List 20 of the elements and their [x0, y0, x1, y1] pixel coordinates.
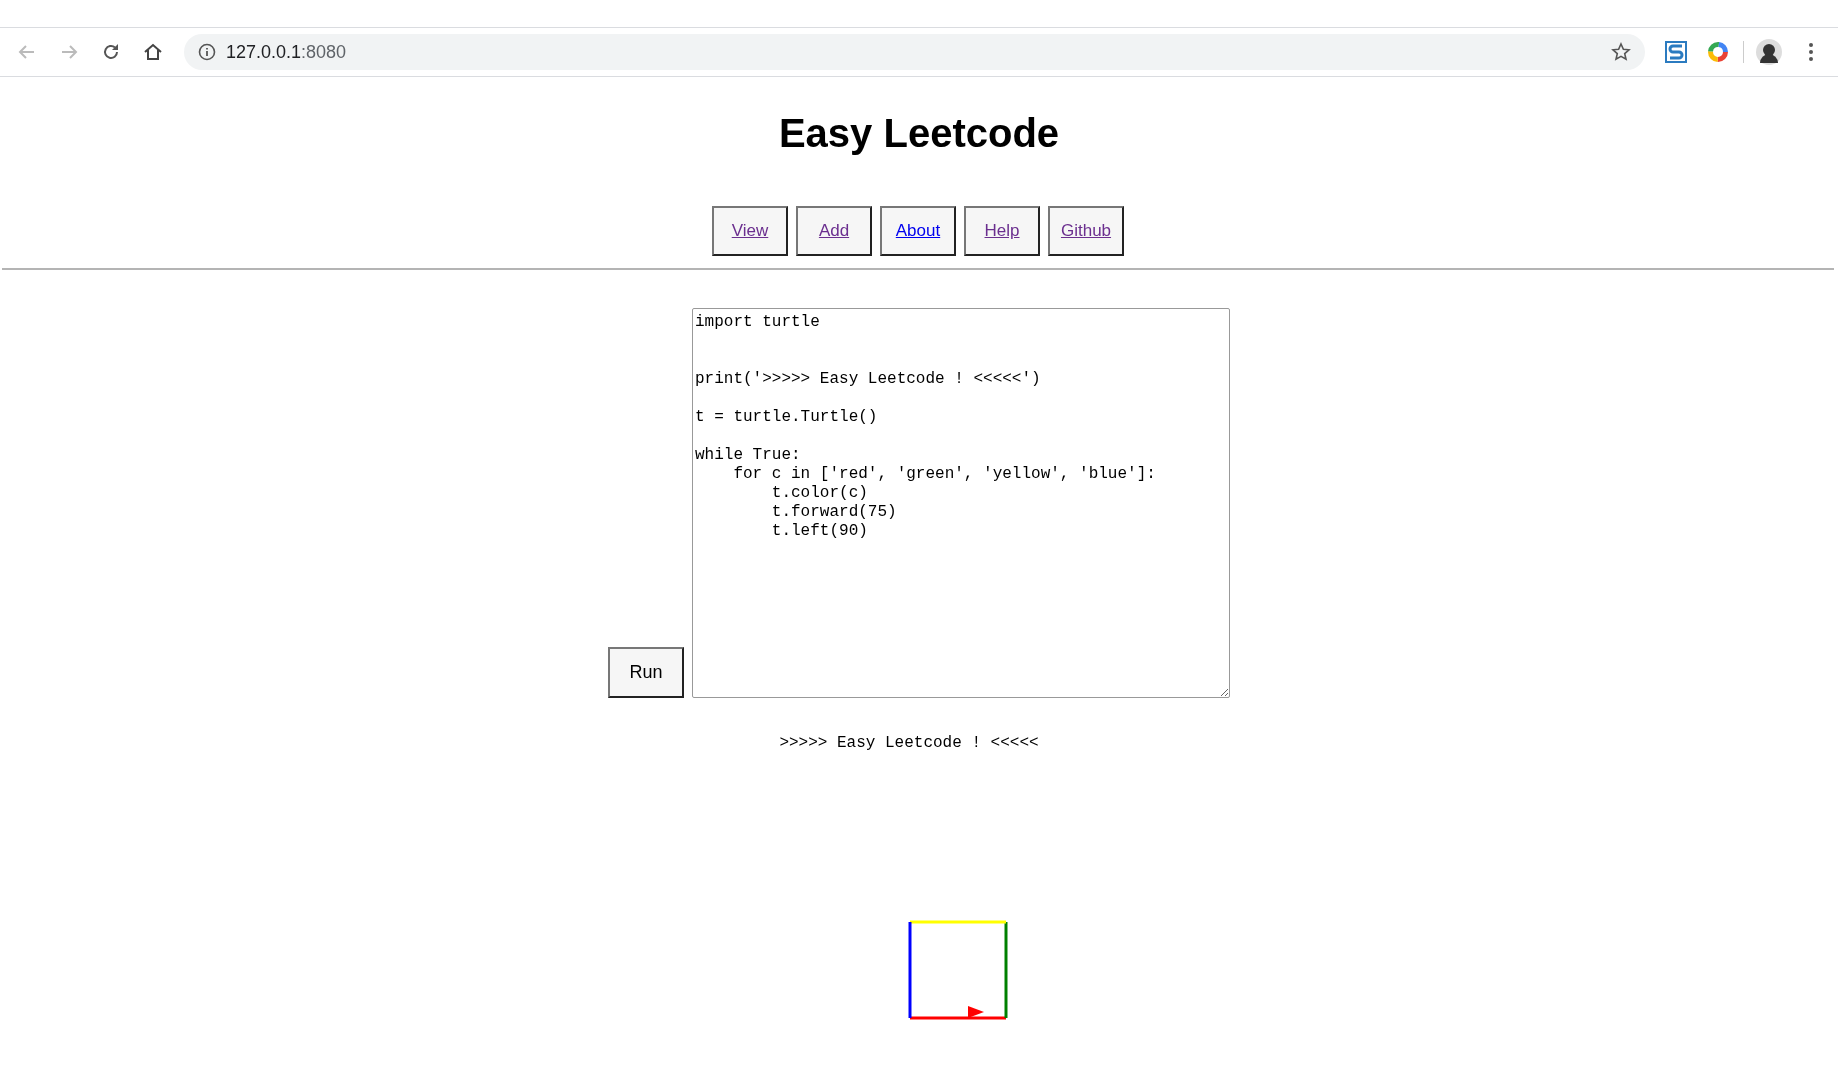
code-editor[interactable]: import turtle print('>>>>> Easy Leetcode ! <<<<<') t = turtle.Turtle() while True: for c in ['red', 'green', 'yellow', 'blue']: t.color(c) t.forward(75) t.left(90)	[692, 308, 1230, 698]
reload-icon	[101, 42, 121, 62]
star-icon[interactable]	[1611, 42, 1631, 62]
address-bar[interactable]: 127.0.0.1:8080	[184, 34, 1645, 70]
nav-link[interactable]: Add	[796, 206, 872, 256]
run-button[interactable]: Run	[608, 647, 684, 698]
s-logo-icon	[1665, 41, 1687, 63]
avatar-icon	[1756, 39, 1782, 65]
output-text: >>>>> Easy Leetcode ! <<<<<	[779, 734, 1039, 752]
more-icon	[1808, 42, 1814, 62]
home-icon	[143, 42, 163, 62]
url-port: :8080	[301, 41, 347, 63]
ring-icon	[1707, 41, 1729, 63]
nav-link[interactable]: About	[880, 206, 956, 256]
page-title: Easy Leetcode	[777, 110, 1061, 157]
info-icon	[198, 43, 216, 61]
nav-link[interactable]: View	[712, 206, 788, 256]
url-host: 127.0.0.1	[226, 41, 302, 63]
nav-link[interactable]: Github	[1048, 206, 1124, 256]
nav-link[interactable]: Help	[964, 206, 1040, 256]
